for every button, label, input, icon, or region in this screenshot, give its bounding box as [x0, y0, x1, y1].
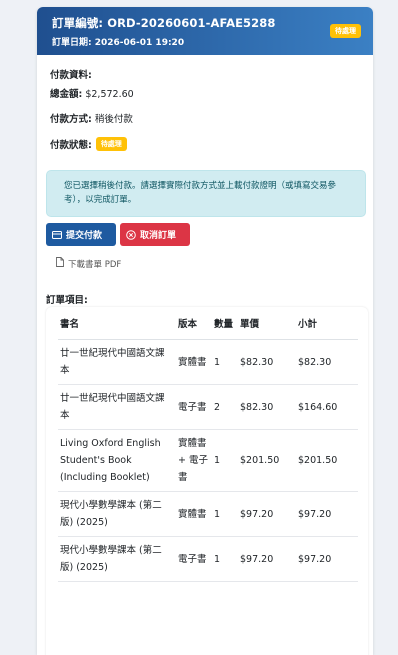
item-subtotal: $201.50 — [296, 429, 358, 492]
download-pdf-label: 下載書單 PDF — [68, 259, 122, 270]
col-header-name: 書名 — [58, 307, 176, 340]
item-version: 實體書 + 電子書 — [176, 429, 212, 492]
cancel-order-label: 取消訂單 — [140, 231, 177, 241]
col-header-qty: 數量 — [212, 307, 238, 340]
total-amount: 總金額: $2,572.60 — [50, 86, 134, 100]
col-header-subtotal: 小計 — [296, 307, 358, 340]
item-name: 廿一世紀現代中國語文課本 — [58, 384, 176, 430]
table-row: 現代小學數學課本 (第二版) (2025) 電子書 1 $97.20 $97.2… — [58, 536, 358, 582]
item-subtotal: $82.30 — [296, 339, 358, 385]
item-name: 現代小學數學課本 (第二版) (2025) — [58, 491, 176, 537]
order-date: 訂單日期: 2026-06-01 19:20 — [52, 38, 185, 48]
order-number: 訂單編號: ORD-20260601-AFAE5288 — [52, 16, 276, 30]
item-qty: 1 — [212, 429, 238, 492]
table-row: 現代小學數學課本 (第二版) (2025) 實體書 1 $97.20 $97.2… — [58, 491, 358, 537]
table-row: 廿一世紀現代中國語文課本 電子書 2 $82.30 $164.60 — [58, 384, 358, 430]
col-header-version: 版本 — [176, 307, 212, 340]
item-version: 電子書 — [176, 384, 212, 430]
item-subtotal: $97.20 — [296, 491, 358, 537]
col-header-price: 單價 — [238, 307, 296, 340]
close-circle-icon — [126, 229, 136, 240]
payment-method-value: 稍後付款 — [94, 114, 133, 125]
item-name: 廿一世紀現代中國語文課本 — [58, 339, 176, 385]
item-price: $82.30 — [238, 339, 296, 385]
table-header-row: 書名 版本 數量 單價 小計 — [58, 307, 358, 340]
item-version: 實體書 — [176, 491, 212, 537]
total-value: $2,572.60 — [85, 89, 134, 100]
submit-payment-label: 提交付款 — [66, 231, 103, 241]
credit-card-icon — [52, 230, 62, 239]
payment-status-badge: 待處理 — [95, 137, 127, 151]
item-price: $97.20 — [238, 491, 296, 537]
cancel-order-button[interactable]: 取消訂單 — [120, 223, 190, 246]
submit-payment-button[interactable]: 提交付款 — [46, 223, 116, 246]
order-items-table: 書名 版本 數量 單價 小計 廿一世紀現代中國語文課本 實體書 1 $82.30… — [58, 307, 358, 582]
item-qty: 1 — [212, 536, 238, 582]
item-subtotal: $164.60 — [296, 384, 358, 430]
item-subtotal: $97.20 — [296, 536, 358, 582]
item-price: $97.20 — [238, 536, 296, 582]
payment-section-label: 付款資料: — [50, 70, 92, 81]
order-items-table-container: 書名 版本 數量 單價 小計 廿一世紀現代中國語文課本 實體書 1 $82.30… — [46, 307, 368, 655]
item-qty: 2 — [212, 384, 238, 430]
item-version: 實體書 — [176, 339, 212, 385]
payment-status: 付款狀態: 待處理 — [50, 137, 127, 151]
pay-later-alert: 您已選擇稍後付款。請選擇實際付款方式並上載付款證明（或填寫交易參考），以完成訂單… — [46, 170, 366, 217]
item-name: Living Oxford English Student's Book (In… — [58, 429, 176, 492]
order-card: 訂單編號: ORD-20260601-AFAE5288 訂單日期: 2026-0… — [37, 7, 373, 655]
download-pdf-link[interactable]: 下載書單 PDF — [56, 257, 121, 270]
order-status-badge: 待處理 — [330, 24, 361, 38]
table-row: Living Oxford English Student's Book (In… — [58, 429, 358, 492]
item-version: 電子書 — [176, 536, 212, 582]
item-price: $82.30 — [238, 384, 296, 430]
item-price: $201.50 — [238, 429, 296, 492]
table-row: 廿一世紀現代中國語文課本 實體書 1 $82.30 $82.30 — [58, 339, 358, 385]
payment-method-label: 付款方式: — [50, 114, 92, 125]
item-qty: 1 — [212, 339, 238, 385]
item-name: 現代小學數學課本 (第二版) (2025) — [58, 536, 176, 582]
order-header: 訂單編號: ORD-20260601-AFAE5288 訂單日期: 2026-0… — [37, 7, 373, 55]
payment-status-label: 付款狀態: — [50, 140, 92, 151]
total-label: 總金額: — [50, 89, 83, 100]
order-items-label: 訂單項目: — [46, 295, 88, 306]
payment-method: 付款方式: 稍後付款 — [50, 111, 133, 125]
file-icon — [56, 257, 64, 270]
item-qty: 1 — [212, 491, 238, 537]
